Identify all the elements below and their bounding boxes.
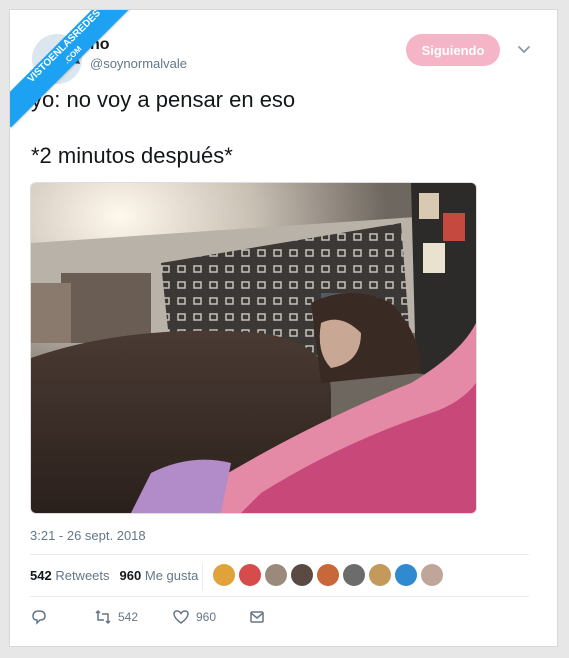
avatar[interactable] — [395, 564, 417, 586]
divider — [30, 554, 529, 555]
likes-stat[interactable]: 960 Me gusta — [120, 568, 199, 583]
avatar[interactable] — [421, 564, 443, 586]
watermark-text: VISTOENLASREDES — [25, 10, 103, 86]
avatar[interactable] — [291, 564, 313, 586]
like-button[interactable]: 960 — [172, 608, 248, 626]
tweet-card: VISTOENLASREDES .COM no @soynormalvale S… — [9, 9, 558, 647]
tweet-line-2: *2 minutos después* — [31, 143, 233, 168]
message-icon — [250, 611, 264, 623]
reply-button[interactable] — [30, 608, 94, 626]
direct-message-button[interactable] — [248, 608, 266, 626]
avatar[interactable] — [343, 564, 365, 586]
tweet-timestamp[interactable]: 3:21 - 26 sept. 2018 — [30, 528, 146, 543]
heart-icon — [173, 610, 189, 624]
avatar[interactable] — [317, 564, 339, 586]
engagement-stats: 542 Retweets 960 Me gusta — [30, 568, 198, 583]
chevron-down-icon[interactable] — [515, 40, 533, 58]
avatar[interactable] — [265, 564, 287, 586]
divider — [202, 563, 203, 591]
avatar[interactable] — [369, 564, 391, 586]
retweet-icon — [95, 609, 111, 625]
retweet-button[interactable]: 542 — [94, 608, 172, 626]
avatar[interactable] — [239, 564, 261, 586]
avatar[interactable] — [213, 564, 235, 586]
reply-icon — [32, 610, 46, 625]
retweets-stat[interactable]: 542 Retweets — [30, 568, 110, 583]
divider — [30, 596, 529, 597]
liker-avatars — [213, 564, 443, 586]
following-button[interactable]: Siguiendo — [406, 34, 500, 66]
watermark-ribbon: VISTOENLASREDES .COM — [10, 10, 140, 140]
tweet-photo[interactable] — [30, 182, 477, 514]
retweet-count: 542 — [118, 610, 139, 624]
tweet-actions: 542 960 — [30, 608, 266, 626]
like-count: 960 — [196, 610, 217, 624]
